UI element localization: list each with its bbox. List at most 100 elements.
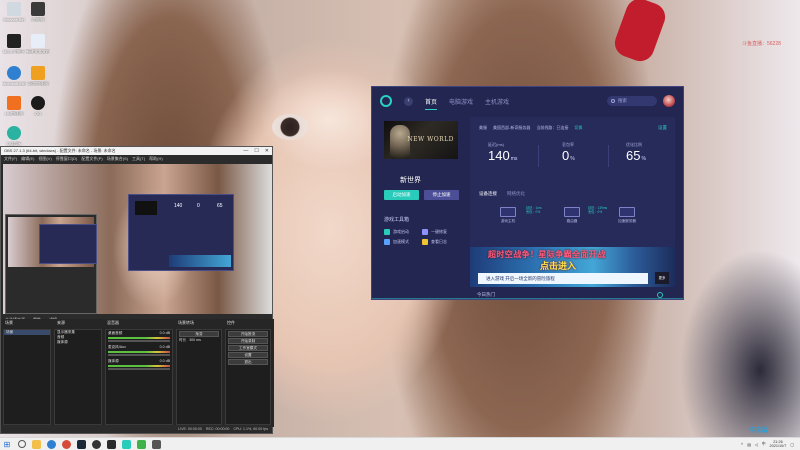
menu-edit[interactable]: 编辑(E) xyxy=(21,156,34,162)
stop-accelerate-button[interactable]: 停止加速 xyxy=(424,190,459,200)
settings-link[interactable]: 设置 xyxy=(658,125,667,131)
chrome-icon[interactable] xyxy=(62,439,71,449)
back-button[interactable]: ‹ xyxy=(404,96,413,106)
scenes-dock-title: 场景 xyxy=(5,320,13,325)
wallpaper-eye xyxy=(272,114,308,140)
search-icon xyxy=(611,99,615,103)
desktop-icon-qq[interactable]: QQ xyxy=(26,96,50,126)
accelerate-button[interactable]: 启动加速 xyxy=(384,190,419,200)
volume-slider[interactable] xyxy=(108,368,170,370)
exit-button[interactable]: 退出 xyxy=(228,359,268,365)
sources-dock: 显示器采集 音频 媒体源 xyxy=(54,329,102,425)
tab-home[interactable]: 首页 xyxy=(425,97,438,110)
desktop-icon-this-pc[interactable]: 此电脑 xyxy=(26,2,50,32)
notifications-icon[interactable]: ▢ xyxy=(790,442,794,447)
tool-item[interactable]: 一键修复 xyxy=(422,229,447,235)
desktop-icon-label: Recycle Bin xyxy=(3,17,25,22)
tab-console-games[interactable]: 主机游戏 xyxy=(485,97,509,106)
transition-select[interactable]: 渐变 xyxy=(179,331,219,337)
desktop-icon-label: MCS 全能王 xyxy=(3,49,25,54)
desktop-icon-label: 奇游加速器 xyxy=(28,81,48,86)
divider xyxy=(538,145,539,167)
launch-icon xyxy=(384,229,390,235)
desktop-icon-qiyou[interactable]: 奇游加速器 xyxy=(26,66,50,96)
tab-pc-games[interactable]: 电脑游戏 xyxy=(449,97,473,106)
start-streaming-button[interactable]: 开始推流 xyxy=(228,331,268,337)
duration-input[interactable]: 300 ms xyxy=(189,338,201,343)
stat-value: 140 xyxy=(488,148,510,163)
repair-icon xyxy=(422,229,428,235)
start-button[interactable]: ⊞ xyxy=(0,440,14,449)
clock[interactable]: 21:26 2021/10/7 xyxy=(770,440,787,448)
menu-scene-collection[interactable]: 场景集合(S) xyxy=(107,156,128,162)
qq-icon[interactable] xyxy=(107,439,116,449)
avatar[interactable] xyxy=(663,95,675,107)
menu-view[interactable]: 视图(V) xyxy=(38,156,51,162)
desktop-icon-label: QQ xyxy=(34,111,42,116)
menu-file[interactable]: 文件(F) xyxy=(4,156,17,162)
menu-profile[interactable]: 配置文件(P) xyxy=(81,156,102,162)
tool-item[interactable]: 游戏启动 xyxy=(384,229,409,235)
mixer-dock-title: 混音器 xyxy=(107,320,119,325)
stat-value: 0 xyxy=(562,148,570,163)
input-language[interactable]: 中 xyxy=(762,442,766,447)
promo-banner[interactable]: 超时空战争！星际争霸全面开战 点击进入 进入游戏 开启一场全新的冒险旅程 更多 xyxy=(470,247,675,287)
transitions-dock-title: 场景转场 xyxy=(178,320,194,325)
desktop-icon-edge[interactable]: Microsoft Edge xyxy=(2,66,26,96)
minimize-button[interactable]: — xyxy=(243,148,248,154)
file-explorer-icon[interactable] xyxy=(32,439,41,449)
network-icon[interactable]: ▤ xyxy=(747,442,751,447)
mixer-dock: 桌面音频 0.0 dB 麦克风/Aux 0.0 dB 媒体源 0.0 dB xyxy=(105,329,173,425)
wechat-icon[interactable] xyxy=(137,439,146,449)
menu-tools[interactable]: 工具(T) xyxy=(132,156,145,162)
music-icon xyxy=(7,126,21,140)
volume-icon[interactable]: ◁ xyxy=(755,442,758,447)
preview-accelerator-window-small xyxy=(39,224,97,264)
log-icon xyxy=(422,239,428,245)
settings-button[interactable]: 设置 xyxy=(228,352,268,358)
tab-device-connection[interactable]: 设备连接 xyxy=(479,191,497,197)
desktop-icon-label: UU加速器 xyxy=(5,111,23,116)
edge-icon[interactable] xyxy=(47,439,56,449)
obs-window[interactable]: OBS 27.1.3 (64-bit, windows) - 配置文件: 未命名… xyxy=(0,146,274,434)
banner-subtitle: 进入游戏 开启一场全新的冒险旅程 xyxy=(478,273,648,284)
mode-icon xyxy=(384,239,390,245)
menu-help[interactable]: 帮助(H) xyxy=(149,156,163,162)
obs-icon[interactable] xyxy=(92,439,101,449)
chevron-up-icon[interactable]: ˄ xyxy=(741,442,743,446)
banner-cta[interactable]: 点击进入 xyxy=(540,259,576,272)
obs-status-bar: LIVE: 00:00:00 REC: 00:00:00 CPU: 1.1%, … xyxy=(1,425,272,433)
accelerator-window[interactable]: ‹ 首页 电脑游戏 主机游戏 搜索 NEW WORLD 新世界 启动加速 停止加… xyxy=(371,86,684,300)
maximize-button[interactable]: ☐ xyxy=(254,148,258,154)
search-input[interactable]: 搜索 xyxy=(607,96,657,106)
desktop-icon-text-doc[interactable]: 新建文本文档 xyxy=(26,34,50,64)
volume-slider[interactable] xyxy=(108,354,170,356)
obs-title-bar[interactable]: OBS 27.1.3 (64-bit, windows) - 配置文件: 未命名… xyxy=(1,147,272,155)
steam-icon[interactable] xyxy=(77,439,86,449)
accelerator-icon[interactable] xyxy=(122,439,131,449)
mixer-channel: 媒体源 0.0 dB xyxy=(106,358,172,372)
wallpaper-watermark: 斗鱼直播：56228 xyxy=(742,41,781,47)
tool-item[interactable]: 查看日志 xyxy=(422,239,447,245)
source-item[interactable]: 媒体源 xyxy=(55,340,101,345)
switch-line-link[interactable]: 切换 xyxy=(574,125,582,131)
obs-preview-canvas[interactable]: 140 0 65 xyxy=(3,164,272,314)
obs-window-title: OBS 27.1.3 (64-bit, windows) - 配置文件: 未命名… xyxy=(4,148,116,153)
settings-icon[interactable] xyxy=(152,439,161,449)
menu-docks[interactable]: 停靠窗口(D) xyxy=(56,156,78,162)
tab-network-optimization[interactable]: 网络优化 xyxy=(507,191,525,197)
desktop-icon-uu[interactable]: UU加速器 xyxy=(2,96,26,126)
search-icon[interactable] xyxy=(18,440,26,448)
close-button[interactable]: ✕ xyxy=(265,148,269,154)
desktop-icon-mcs[interactable]: MCS 全能王 xyxy=(2,34,26,64)
tool-item[interactable]: 加速模式 xyxy=(384,239,409,245)
start-recording-button[interactable]: 开始录制 xyxy=(228,338,268,344)
mixer-channel: 麦克风/Aux 0.0 dB xyxy=(106,344,172,358)
volume-slider[interactable] xyxy=(108,340,170,342)
console-icon xyxy=(500,207,516,217)
desktop-icon-recycle-bin[interactable]: Recycle Bin xyxy=(2,2,26,32)
banner-badge[interactable]: 更多 xyxy=(655,272,669,284)
scene-item[interactable]: 场景 xyxy=(4,330,50,335)
app-header: ‹ 首页 电脑游戏 主机游戏 搜索 xyxy=(372,87,683,115)
studio-mode-button[interactable]: 工作室模式 xyxy=(228,345,268,351)
